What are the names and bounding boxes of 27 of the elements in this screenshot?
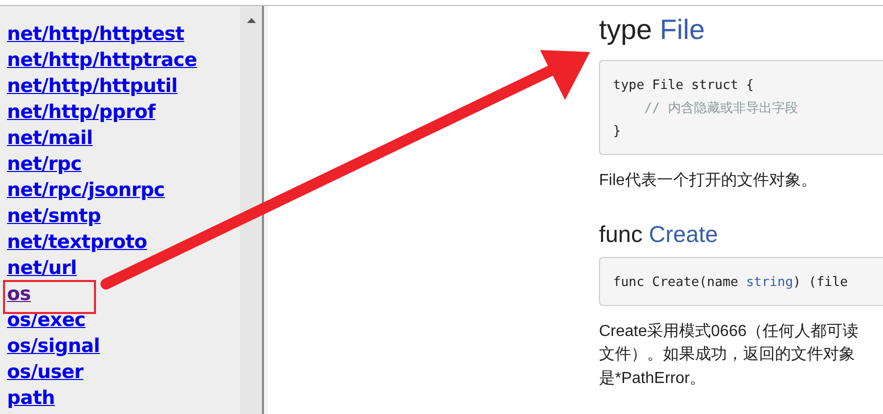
package-link[interactable]: net/http/httputil — [7, 73, 178, 99]
scrollbar[interactable] — [240, 6, 262, 414]
package-link[interactable]: os/signal — [7, 333, 100, 359]
scroll-up-icon[interactable] — [246, 18, 256, 23]
package-link[interactable]: path — [7, 385, 55, 411]
code-line: func Create(name string) (file — [613, 274, 849, 292]
package-link[interactable]: net/http/pprof — [7, 99, 156, 125]
description-text: 文件）。如果成功，返回的文件对象 — [599, 344, 856, 365]
package-link[interactable]: net/rpc/jsonrpc — [7, 177, 165, 203]
package-link[interactable]: os/exec — [7, 307, 86, 333]
package-link[interactable]: os — [7, 281, 31, 307]
code-line: // 内含隐藏或非导出字段 — [643, 100, 799, 118]
package-link[interactable]: os/user — [7, 359, 84, 385]
section-heading: func Create — [599, 220, 719, 248]
package-link[interactable]: net/mail — [7, 125, 93, 151]
description-text: File代表一个打开的文件对象。 — [599, 170, 818, 191]
description-text: 是*PathError。 — [599, 368, 707, 388]
section-heading: type File — [599, 13, 706, 47]
package-link[interactable]: net/url — [7, 255, 77, 281]
description-text: Create采用模式0666（任何人都可读 — [599, 322, 860, 342]
package-link[interactable]: net/rpc — [7, 151, 82, 177]
package-link[interactable]: net/textproto — [7, 229, 148, 255]
code-line: } — [613, 123, 622, 141]
package-link[interactable]: net/http/httptest — [7, 21, 184, 47]
package-link[interactable]: net/http/httptrace — [7, 47, 197, 73]
package-link[interactable]: net/smtp — [7, 203, 101, 229]
code-line: type File struct { — [613, 77, 755, 95]
